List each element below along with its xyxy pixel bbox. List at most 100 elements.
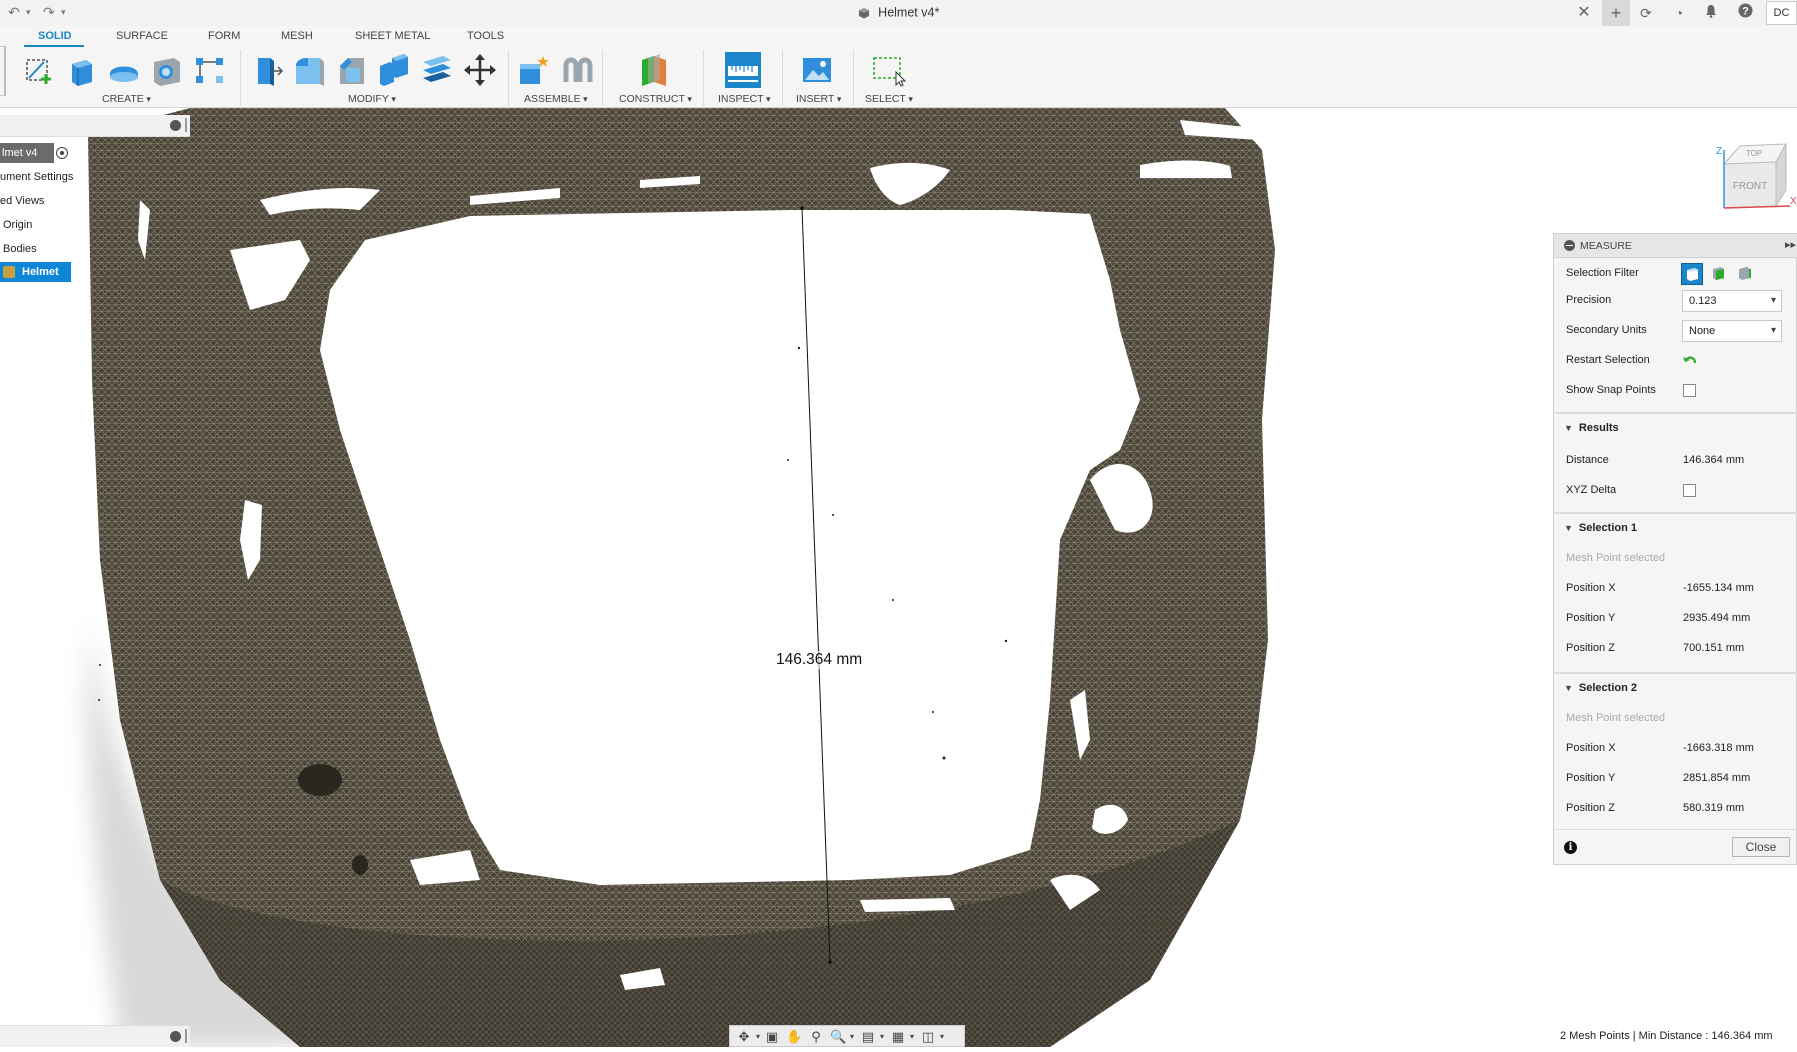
tab-form[interactable]: FORM (208, 30, 240, 42)
select-edge-filter-button[interactable] (1734, 263, 1756, 285)
minimize-dialog-icon[interactable] (1564, 240, 1575, 251)
expand-dialog-icon[interactable]: ▸▸ (1785, 238, 1796, 251)
collapse-browser-icon[interactable] (170, 120, 181, 131)
pattern-button[interactable] (192, 52, 228, 88)
create-menu[interactable]: CREATE (102, 93, 151, 105)
notifications-bell-icon[interactable] (1701, 3, 1721, 23)
3d-viewport[interactable]: 146.364 mm (0, 108, 1797, 1047)
results-section-toggle[interactable]: Results (1564, 418, 1619, 438)
selection-2-status-row: Mesh Point selected (1566, 708, 1791, 728)
look-at-icon[interactable]: ▣ (764, 1029, 780, 1045)
xyz-delta-row: XYZ Delta (1566, 480, 1791, 500)
offset-face-button[interactable] (419, 52, 455, 88)
inspect-menu[interactable]: INSPECT (718, 93, 771, 105)
title-bar: ↶ ▾ ↷ ▾ Helmet v4* ✕ + ⟳ ◔ ? DC (0, 0, 1797, 26)
distance-value: 146.364 mm (1683, 454, 1745, 466)
measure-dialog-header[interactable]: MEASURE ▸▸ (1554, 234, 1797, 258)
tab-mesh[interactable]: MESH (281, 30, 313, 42)
tab-sheet-metal[interactable]: SHEET METAL (355, 30, 430, 42)
joint-button[interactable] (560, 52, 596, 88)
insert-menu[interactable]: INSERT (796, 93, 841, 105)
browser-item-helmet[interactable]: Helmet (0, 262, 71, 282)
measure-button[interactable] (725, 52, 761, 88)
extrude-button[interactable] (64, 52, 100, 88)
press-pull-button[interactable] (248, 52, 284, 88)
selection-2-position-z-row: Position Z 580.319 mm (1566, 798, 1791, 818)
separator (853, 50, 854, 106)
insert-image-button[interactable] (799, 52, 835, 88)
selection-1-position-y-label: Position Y (1566, 612, 1616, 624)
helmet-mesh-canvas[interactable] (0, 108, 1797, 1047)
viewcube-front-label[interactable]: FRONT (1733, 181, 1767, 192)
xyz-delta-label: XYZ Delta (1566, 484, 1617, 496)
create-sketch-button[interactable] (22, 52, 58, 88)
browser-item-bodies[interactable]: Bodies (3, 239, 37, 259)
pattern-icon (196, 58, 223, 83)
modify-menu[interactable]: MODIFY (348, 93, 396, 105)
user-avatar[interactable]: DC (1766, 1, 1797, 25)
new-tab-icon[interactable]: + (1602, 0, 1630, 26)
activate-component-icon[interactable] (56, 147, 68, 159)
selection-2-section-toggle[interactable]: Selection 2 (1564, 678, 1637, 698)
comments-resize-handle[interactable] (185, 1029, 187, 1043)
new-component-button[interactable] (516, 52, 552, 88)
shell-icon (154, 58, 180, 86)
grid-settings-dropdown-icon[interactable]: ▾ (904, 1029, 920, 1045)
browser-item-origin[interactable]: Origin (3, 215, 32, 235)
joint-icon (563, 57, 593, 82)
offset-plane-button[interactable] (636, 52, 672, 88)
browser-item-named-views[interactable]: ed Views (0, 191, 44, 211)
tab-surface[interactable]: SURFACE (116, 30, 168, 42)
selection-filter-label: Selection Filter (1566, 267, 1639, 279)
viewcube[interactable]: TOP FRONT Z X (1710, 138, 1797, 218)
fillet-button[interactable] (290, 52, 326, 88)
chamfer-button[interactable] (334, 52, 370, 88)
offset-face-icon (423, 56, 451, 82)
xyz-delta-checkbox[interactable] (1683, 484, 1696, 497)
z-axis-label: Z (1716, 146, 1722, 157)
browser-root-document[interactable]: lmet v4 (0, 143, 54, 163)
info-icon[interactable]: i (1564, 841, 1577, 854)
job-status-icon[interactable]: ◔ (1669, 3, 1689, 23)
zoom-icon[interactable]: ⚲ (808, 1029, 824, 1045)
data-panel-toggle[interactable] (0, 46, 6, 96)
construct-menu[interactable]: CONSTRUCT (619, 93, 692, 105)
extensions-icon[interactable]: ⟳ (1636, 3, 1656, 23)
revolve-button[interactable] (106, 52, 142, 88)
combine-button[interactable] (376, 52, 412, 88)
assemble-menu[interactable]: ASSEMBLE (524, 93, 588, 105)
selection-1-position-z-label: Position Z (1566, 642, 1615, 654)
precision-select[interactable]: 0.123 (1682, 290, 1782, 312)
dialog-footer-divider (1554, 829, 1797, 830)
select-face-filter-button[interactable] (1708, 263, 1730, 285)
restart-selection-icon[interactable] (1682, 353, 1698, 376)
svg-text:?: ? (1742, 6, 1749, 18)
move-button[interactable] (462, 52, 498, 88)
fit-dropdown-icon[interactable]: ▾ (844, 1029, 860, 1045)
pan-hand-icon[interactable]: ✋ (786, 1029, 802, 1045)
help-icon[interactable]: ? (1735, 3, 1755, 23)
tab-solid[interactable]: SOLID (38, 30, 72, 42)
select-menu[interactable]: SELECT (865, 93, 913, 105)
viewports-dropdown-icon[interactable]: ▾ (934, 1029, 950, 1045)
document-title-text: Helmet v4* (878, 5, 940, 20)
extrude-icon (72, 60, 92, 86)
browser-resize-handle[interactable] (185, 118, 187, 132)
window-select-button[interactable] (870, 52, 907, 88)
selection-1-section-toggle[interactable]: Selection 1 (1564, 518, 1637, 538)
display-settings-dropdown-icon[interactable]: ▾ (874, 1029, 890, 1045)
select-body-filter-button[interactable] (1681, 263, 1703, 285)
tab-tools[interactable]: TOOLS (467, 30, 504, 42)
close-tab-icon[interactable]: ✕ (1574, 3, 1594, 23)
measure-ruler-icon (728, 66, 758, 82)
browser-item-document-settings[interactable]: ument Settings (0, 167, 73, 187)
add-comment-icon[interactable] (170, 1031, 181, 1042)
viewcube-top-label[interactable]: TOP (1746, 149, 1762, 158)
show-snap-points-checkbox[interactable] (1683, 384, 1696, 397)
shell-button[interactable] (148, 52, 184, 88)
close-button[interactable]: Close (1732, 837, 1790, 857)
show-snap-points-label: Show Snap Points (1566, 384, 1656, 396)
secondary-units-select[interactable]: None (1682, 320, 1782, 342)
separator (703, 50, 704, 106)
mesh-body-icon (3, 266, 15, 278)
